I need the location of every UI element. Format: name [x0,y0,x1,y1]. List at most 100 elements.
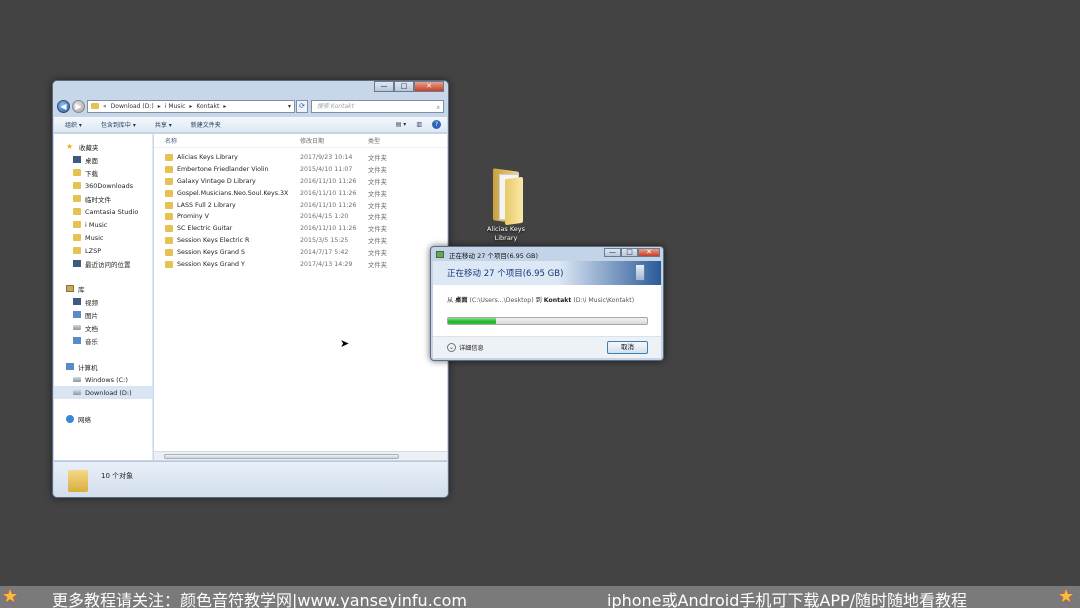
file-row[interactable]: Alicias Keys Library 2017/9/23 10:14 文件夹 [154,152,447,164]
favorites-group: ★ 收藏夹 桌面 下载 360Downloads 临时文件 Camtasia St… [54,140,153,270]
from-label: 从 [447,297,454,304]
preview-pane-icon[interactable]: ▥ [416,121,422,128]
nav-label: 下载 [85,169,98,178]
network-group: 网络 [54,412,153,425]
nav-item-desktop[interactable]: 桌面 [54,153,153,166]
search-input[interactable]: 搜索 Kontakt ⌕ [311,99,444,113]
document-icon [635,264,645,281]
help-icon[interactable]: ? [432,120,441,129]
nav-item-recent[interactable]: 最近访问的位置 [54,257,153,270]
mouse-cursor-icon: ➤ [340,337,350,350]
breadcrumb-separator[interactable]: ▸ [223,103,226,110]
nav-item-pictures[interactable]: 图片 [54,308,153,321]
nav-network[interactable]: 网络 [54,412,153,425]
move-path: 从 桌面 (C:\Users...\Desktop) 到 Kontakt (D:… [447,295,634,304]
file-row[interactable]: Session Keys Grand Y 2017/4/13 14:29 文件夹 [154,258,447,270]
file-name: Session Keys Grand Y [177,260,245,268]
file-row[interactable]: Gospel.Musicians.Neo.Soul.Keys.3X 2016/11… [154,187,447,199]
column-type[interactable]: 类型 [368,136,418,145]
folder-icon [73,208,81,215]
nav-item-drive-d[interactable]: Download (D:) [54,386,153,399]
file-type: 文件夹 [368,261,387,269]
file-row[interactable]: Embertone Friedlander Violin 2015/4/10 11… [154,164,447,176]
column-name[interactable]: 名称 ▲ [154,136,300,145]
file-name-cell: Embertone Friedlander Violin [154,166,300,174]
breadcrumb-overflow[interactable]: « [103,103,107,110]
file-row[interactable]: LASS Full 2 Library 2016/11/10 11:26 文件夹 [154,199,447,211]
progress-fill [448,318,496,324]
file-type: 文件夹 [368,178,387,186]
computer-group: 计算机 Windows (C:) Download (D:) [54,360,153,399]
include-in-library-button[interactable]: 包含到库中 ▾ [90,120,144,129]
minimize-button[interactable]: — [374,81,394,92]
maximize-button[interactable]: □ [394,81,414,92]
maximize-button[interactable]: □ [621,248,638,257]
back-button[interactable]: ◀ [57,99,70,113]
cancel-button[interactable]: 取消 [607,341,648,354]
organize-button[interactable]: 组织 ▾ [54,120,90,129]
file-name-cell: Alicias Keys Library [154,154,300,162]
recent-places-icon [73,260,81,267]
breadcrumb-separator[interactable]: ▸ [189,103,192,110]
scrollbar-thumb[interactable] [164,454,399,459]
nav-item-music-lib[interactable]: 音乐 [54,334,153,347]
breadcrumb-drive[interactable]: Download (D:) [111,103,154,110]
file-type: 文件夹 [368,202,387,210]
search-icon[interactable]: ⌕ [437,102,440,113]
horizontal-scrollbar[interactable] [154,451,447,460]
command-bar: 组织 ▾ 包含到库中 ▾ 共享 ▾ 新建文件夹 ▤ ▾ ▥ ? [54,117,447,133]
nav-item-videos[interactable]: 视频 [54,295,153,308]
folder-icon [165,201,173,209]
details-pane: 10 个对象 [54,461,447,497]
nav-label: 库 [78,285,85,294]
new-folder-button[interactable]: 新建文件夹 [180,120,229,129]
star-icon: ★ [66,142,74,151]
nav-item-camtasia[interactable]: Camtasia Studio [54,205,153,218]
source-link[interactable]: 桌面 [455,297,467,304]
breadcrumb-separator[interactable]: ▸ [158,103,161,110]
view-options-icon[interactable]: ▤ ▾ [396,121,407,128]
file-name-cell: Prominy V [154,213,300,221]
breadcrumb-kontakt[interactable]: Kontakt [196,103,219,110]
file-row[interactable]: Session Keys Grand S 2014/7/17 5:42 文件夹 [154,246,447,258]
desktop-label-line: Alicias Keys [486,225,526,233]
nav-favorites[interactable]: ★ 收藏夹 [54,140,153,153]
nav-item-temp[interactable]: 临时文件 [54,192,153,205]
file-list: 名称 ▲ 修改日期 类型 Alicias Keys Library 2017/9/2… [154,134,447,460]
desktop-folder-alicias-keys[interactable]: Alicias Keys Library [478,168,534,243]
nav-item-imusic[interactable]: i Music [54,218,153,231]
nav-item-music[interactable]: Music [54,231,153,244]
nav-computer[interactable]: 计算机 [54,360,153,373]
address-bar[interactable]: « Download (D:) ▸ i Music ▸ Kontakt ▸ ▾ [87,99,295,113]
nav-item-lzsp[interactable]: LZSP [54,244,153,257]
file-row[interactable]: Prominy V 2016/4/15 1:20 文件夹 [154,211,447,223]
minimize-button[interactable]: — [604,248,621,257]
banner-left-text: 更多教程请关注：颜色音符教学网|www.yanseyinfu.com [52,591,467,608]
nav-item-360downloads[interactable]: 360Downloads [54,179,153,192]
nav-item-drive-c[interactable]: Windows (C:) [54,373,153,386]
more-details-toggle[interactable]: ⌄ 详细信息 [447,343,484,352]
nav-item-documents[interactable]: 文档 [54,321,153,334]
search-placeholder: 搜索 Kontakt [317,102,354,110]
column-date[interactable]: 修改日期 [300,136,368,145]
refresh-button[interactable]: ⟳ [296,99,308,113]
nav-label: Music [85,233,104,242]
share-button[interactable]: 共享 ▾ [144,120,180,129]
forward-button[interactable]: ▶ [72,99,85,113]
source-path: (C:\Users...\Desktop) [469,297,534,304]
star-icon: ★ [2,586,19,607]
file-name-cell: SC Electric Guitar [154,225,300,233]
address-dropdown-icon[interactable]: ▾ [288,103,291,110]
breadcrumb-imusic[interactable]: i Music [165,103,186,110]
destination-link[interactable]: Kontakt [544,297,572,304]
file-row[interactable]: Galaxy Vintage D Library 2016/11/10 11:26… [154,176,447,188]
close-button[interactable]: ✕ [414,81,444,92]
file-row[interactable]: Session Keys Electric R 2015/3/5 15:25 文件夹 [154,235,447,247]
nav-libraries[interactable]: 库 [54,282,153,295]
close-button[interactable]: ✕ [638,248,660,257]
file-row[interactable]: SC Electric Guitar 2016/11/10 11:26 文件夹 [154,223,447,235]
nav-item-downloads[interactable]: 下载 [54,166,153,179]
file-name: Prominy V [177,213,209,221]
file-date: 2016/11/10 11:26 [300,225,357,233]
chevron-down-icon: ⌄ [447,343,456,352]
